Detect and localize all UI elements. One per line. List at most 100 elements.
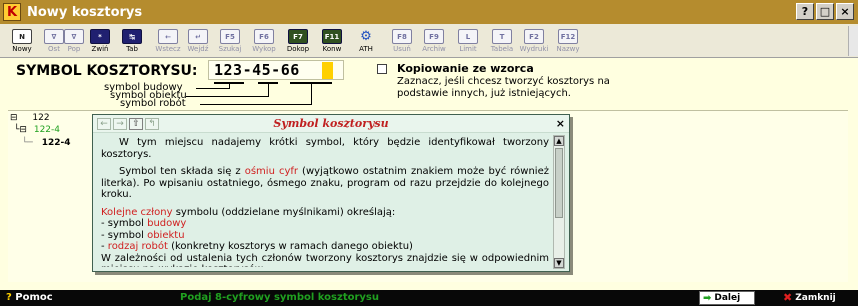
toolbar-button-label: Wydruki xyxy=(519,45,549,53)
toolbar-button-zwiń[interactable]: * Zwiń xyxy=(86,29,114,53)
popup-list-item: - symbol obiektu xyxy=(101,229,185,241)
scroll-thumb[interactable] xyxy=(555,148,563,218)
toolbar-button-wstecz[interactable]: ← Wstecz xyxy=(154,29,182,53)
popup-paragraph: W tym miejscu nadajemy krótki symbol, kt… xyxy=(101,137,549,160)
toolbar: N Nowy ∇ Ost ∇ Pop * Zwiń ↹ Tab ← Wstecz ↵ Wejdź F5 Szu… xyxy=(0,24,858,58)
toolbar-button-label: Tab xyxy=(126,45,138,53)
help-window-button[interactable]: ? xyxy=(796,3,814,20)
popup-header: ← → ⇧ ↰ Symbol kosztorysu × xyxy=(93,115,569,133)
text-cursor xyxy=(322,62,333,79)
tree-item-label: 122 xyxy=(32,113,50,123)
status-message: Podaj 8-cyfrowy symbol kosztorysu xyxy=(180,292,379,303)
tree-item-label: 122-4 xyxy=(33,125,60,135)
maximize-button[interactable]: □ xyxy=(816,3,834,20)
collapse-icon[interactable]: └⊟ xyxy=(14,125,27,135)
annotation-works: symbol robót xyxy=(120,98,186,109)
toolbar-button-wejdź[interactable]: ↵ Wejdź xyxy=(184,29,212,53)
scroll-down-icon[interactable]: ▼ xyxy=(554,258,564,268)
toolbar-icon: F2 xyxy=(524,29,544,44)
close-icon: ✖ xyxy=(783,291,793,304)
help-popup: ← → ⇧ ↰ Symbol kosztorysu × W tym miejsc… xyxy=(92,114,570,272)
toolbar-icon: ↹ xyxy=(122,29,142,44)
toolbar-button-label: Pop xyxy=(67,45,81,53)
toolbar-button-usuń[interactable]: F8 Usuń xyxy=(388,29,416,53)
next-button[interactable]: ➡ Dalej xyxy=(699,291,755,305)
toolbar-button-szukaj[interactable]: F5 Szukaj xyxy=(216,29,244,53)
branch-line-icon: └─ xyxy=(22,138,33,148)
help-icon: ? xyxy=(6,292,12,303)
toolbar-button-nazwy[interactable]: F12 Nazwy xyxy=(554,29,582,53)
popup-scrollbar[interactable]: ▲ ▼ xyxy=(553,135,565,269)
popup-paragraph: Symbol ten składa się z ośmiu cyfr (wyją… xyxy=(101,166,549,200)
connector-line xyxy=(200,104,312,105)
toolbar-icon: F12 xyxy=(558,29,578,44)
tree-item[interactable]: └⊟ 122-4 xyxy=(14,125,60,135)
toolbar-icon: F9 xyxy=(424,29,444,44)
toolbar-icon: N xyxy=(12,29,32,44)
popup-list-item: - rodzaj robót (konkretny kosztorys w ra… xyxy=(101,241,413,252)
app-logo-icon: K xyxy=(3,3,21,21)
toolbar-button-label: Ost xyxy=(48,45,60,53)
toolbar-button-label: Tabela xyxy=(490,45,514,53)
toolbar-button-label: Szukaj xyxy=(218,45,242,53)
popup-list-item: - symbol budowy xyxy=(101,218,187,229)
toolbar-button-label: Konw xyxy=(322,45,342,53)
symbol-label: SYMBOL KOSZTORYSU: xyxy=(16,63,198,79)
scroll-up-icon[interactable]: ▲ xyxy=(554,136,564,146)
connector-line xyxy=(196,88,230,89)
status-bar: ? Pomoc Podaj 8-cyfrowy symbol kosztorys… xyxy=(0,290,858,306)
toolbar-button-wydruki[interactable]: F2 Wydruki xyxy=(520,29,548,53)
toolbar-button-label: Nowy xyxy=(12,45,32,53)
toolbar-button-ath[interactable]: ⚙ ATH xyxy=(352,29,380,53)
arrow-right-icon: ➡ xyxy=(703,292,712,304)
toolbar-button-label: Wykop xyxy=(252,45,276,53)
toolbar-button-tabela[interactable]: T Tabela xyxy=(488,29,516,53)
connector-line xyxy=(186,96,269,97)
window-controls: ? □ × xyxy=(796,3,854,20)
toolbar-icon: L xyxy=(458,29,478,44)
copy-template-label[interactable]: Kopiowanie ze wzorca xyxy=(397,62,534,75)
toolbar-button-tab[interactable]: ↹ Tab xyxy=(118,29,146,53)
toolbar-icon: * xyxy=(90,29,110,44)
popup-title: Symbol kosztorysu xyxy=(273,117,389,130)
popup-close-icon[interactable]: × xyxy=(556,117,565,130)
toolbar-button-wykop[interactable]: F6 Wykop xyxy=(250,29,278,53)
popup-body: W tym miejscu nadajemy krótki symbol, kt… xyxy=(101,137,549,267)
window-title: Nowy kosztorys xyxy=(27,4,143,20)
toolbar-button-label: Usuń xyxy=(393,45,411,53)
popup-paragraph: W zależności od ustalenia tych członów t… xyxy=(101,252,549,268)
toolbar-button-label: Dokop xyxy=(286,45,310,53)
close-app-button[interactable]: ✖ Zamknij xyxy=(783,291,836,304)
toolbar-icon: F7 xyxy=(288,29,308,44)
toolbar-button-label: ATH xyxy=(359,45,373,53)
tree-item-label: 122-4 xyxy=(41,138,71,148)
close-window-button[interactable]: × xyxy=(836,3,854,20)
toolbar-button-label: Archiw xyxy=(422,45,446,53)
toolbar-button-label: Limit xyxy=(459,45,477,53)
toolbar-icon: F11 xyxy=(322,29,342,44)
toolbar-icon: F8 xyxy=(392,29,412,44)
app-window: K Nowy kosztorys ? □ × N Nowy ∇ Ost ∇ Pop * Zwi… xyxy=(0,0,858,306)
help-button[interactable]: ? Pomoc xyxy=(6,292,53,303)
toolbar-button-pop[interactable]: ∇ Pop xyxy=(60,29,88,53)
toolbar-button-limit[interactable]: L Limit xyxy=(454,29,482,53)
copy-template-checkbox[interactable] xyxy=(377,64,387,74)
toolbar-button-label: Wejdź xyxy=(187,45,209,53)
title-bar: K Nowy kosztorys ? □ × xyxy=(0,0,858,24)
toolbar-button-label: Nazwy xyxy=(556,45,580,53)
toolbar-button-dokop[interactable]: F7 Dokop xyxy=(284,29,312,53)
tree-item[interactable]: └─ 122-4 xyxy=(22,138,71,148)
toolbar-button-konw[interactable]: F11 Konw xyxy=(318,29,346,53)
toolbar-icon: T xyxy=(492,29,512,44)
toolbar-button-nowy[interactable]: N Nowy xyxy=(8,29,36,53)
toolbar-button-archiw[interactable]: F9 Archiw xyxy=(420,29,448,53)
toolbar-icon: ⚙ xyxy=(360,29,372,44)
symbol-value: 123-45-66 xyxy=(214,61,300,79)
connector-line xyxy=(311,84,312,105)
toolbar-scrollbar[interactable] xyxy=(848,26,858,56)
toolbar-button-label: Zwiń xyxy=(91,45,109,53)
collapse-icon[interactable]: ⊟ xyxy=(10,113,18,123)
toolbar-icon: ∇ xyxy=(64,29,84,44)
toolbar-icon: F6 xyxy=(254,29,274,44)
tree-item[interactable]: ⊟ 122 xyxy=(10,113,50,123)
